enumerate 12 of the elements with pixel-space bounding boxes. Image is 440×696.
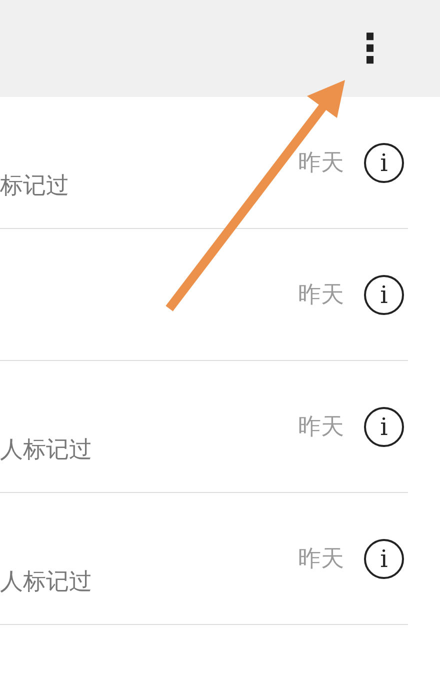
time-text: 昨天	[298, 413, 344, 442]
time-text: 昨天	[298, 281, 344, 310]
info-button[interactable]: i	[364, 142, 404, 182]
menu-button[interactable]: ⋮	[344, 24, 396, 72]
info-button[interactable]: i	[364, 274, 404, 314]
info-button[interactable]: i	[364, 538, 404, 578]
info-button[interactable]: i	[364, 406, 404, 446]
time-text: 昨天	[298, 149, 344, 178]
subtitle-text: 人标记过	[0, 569, 92, 595]
subtitle-text: 标记过	[0, 173, 69, 199]
subtitle-text: 人标记过	[0, 437, 92, 463]
time-text: 昨天	[298, 545, 344, 574]
